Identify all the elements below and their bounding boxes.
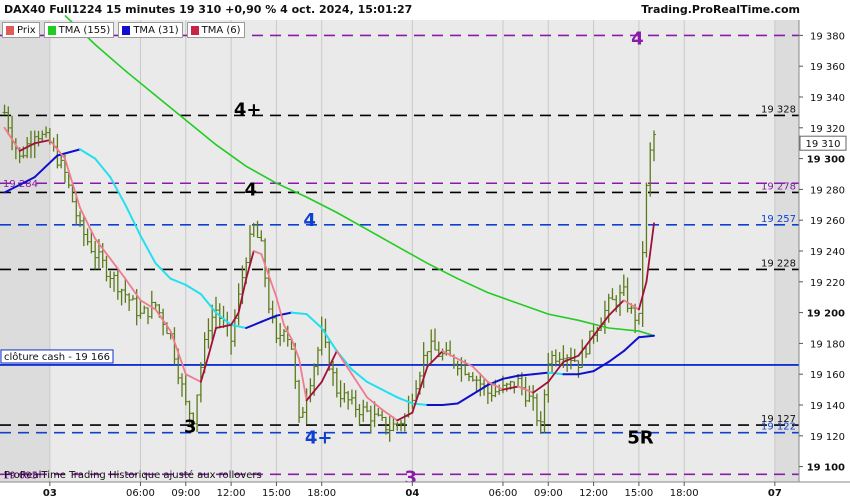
legend-label: TMA (6) bbox=[201, 24, 241, 36]
current-price-label: 19 310 bbox=[806, 139, 841, 150]
price-tick-label: 19 340 bbox=[810, 93, 845, 104]
legend: Prix TMA (155) TMA (31) TMA (6) bbox=[2, 22, 245, 38]
time-tick-label: 18:00 bbox=[307, 488, 336, 499]
wave-label: 4 bbox=[303, 210, 316, 231]
wave-label: 4 bbox=[244, 179, 257, 200]
legend-label: TMA (31) bbox=[133, 24, 179, 36]
price-tick-label: 19 300 bbox=[807, 155, 845, 166]
price-tick-label: 19 180 bbox=[810, 339, 845, 350]
price-tick-label: 19 220 bbox=[810, 278, 845, 289]
time-tick-label: 04 bbox=[405, 488, 419, 499]
time-tick-label: 18:00 bbox=[670, 488, 699, 499]
level-price-label: 19 228 bbox=[761, 258, 796, 269]
time-tick-label: 12:00 bbox=[579, 488, 608, 499]
legend-item-prix[interactable]: Prix bbox=[2, 22, 40, 38]
legend-item-tma-155[interactable]: TMA (155) bbox=[43, 22, 115, 38]
tma-155-swatch bbox=[47, 25, 56, 35]
price-tick-label: 19 240 bbox=[810, 247, 845, 258]
chart-background bbox=[0, 20, 799, 482]
time-tick-label: 09:00 bbox=[171, 488, 200, 499]
wave-label: 4 bbox=[631, 28, 644, 49]
legend-item-tma-6[interactable]: TMA (6) bbox=[186, 22, 245, 38]
tma-31-swatch bbox=[122, 25, 131, 35]
price-tick-label: 19 280 bbox=[810, 185, 845, 196]
wave-label: 3 bbox=[184, 417, 197, 438]
time-tick-label: 06:00 bbox=[126, 488, 155, 499]
level-price-label: 19 328 bbox=[761, 104, 796, 115]
site-name: Trading.ProRealTime.com bbox=[641, 3, 800, 16]
chart-title: DAX40 Full1224 15 minutes 19 310 +0,90 %… bbox=[4, 3, 413, 16]
level-price-label: 19 278 bbox=[761, 181, 796, 192]
wave-label: 4+ bbox=[234, 99, 262, 120]
footer-note: ProRealTime Trading Historique ajusté au… bbox=[4, 470, 262, 481]
price-chart[interactable]: clôture cash - 19 16619 28419 095 44+443… bbox=[0, 0, 850, 500]
time-tick-label: 07 bbox=[768, 488, 782, 499]
level-price-label: 19 257 bbox=[761, 214, 796, 225]
tma-6-swatch bbox=[190, 25, 199, 35]
close-cash-label: clôture cash - 19 166 bbox=[4, 351, 110, 363]
price-tick-label: 19 120 bbox=[810, 432, 845, 443]
price-tick-label: 19 320 bbox=[810, 124, 845, 135]
time-tick-label: 12:00 bbox=[217, 488, 246, 499]
price-tick-label: 19 140 bbox=[810, 401, 845, 412]
price-tick-label: 19 100 bbox=[807, 463, 845, 474]
time-tick-label: 06:00 bbox=[489, 488, 518, 499]
price-tick-label: 19 380 bbox=[810, 31, 845, 42]
wave-label: 4+ bbox=[305, 427, 333, 448]
legend-label: Prix bbox=[17, 24, 36, 36]
time-axis: 03 06:00 09:00 12:00 15:00 18:00 04 06:00 09:00 1… bbox=[0, 481, 850, 500]
time-tick-label: 03 bbox=[43, 488, 57, 499]
price-tick-label: 19 260 bbox=[810, 216, 845, 227]
level-price-label: 19 122 bbox=[761, 422, 796, 433]
time-tick-label: 15:00 bbox=[262, 488, 291, 499]
time-tick-label: 09:00 bbox=[534, 488, 563, 499]
price-tick-label: 19 200 bbox=[807, 309, 845, 320]
legend-label: TMA (155) bbox=[58, 24, 111, 36]
wave-label: 5R bbox=[627, 427, 654, 448]
price-swatch bbox=[6, 25, 14, 35]
price-axis: 19 380 19 360 19 340 19 320 19 300 19 280 19 2… bbox=[798, 20, 850, 482]
price-tick-label: 19 360 bbox=[810, 62, 845, 73]
time-tick-label: 15:00 bbox=[624, 488, 653, 499]
price-tick-label: 19 160 bbox=[810, 370, 845, 381]
legend-item-tma-31[interactable]: TMA (31) bbox=[118, 22, 183, 38]
